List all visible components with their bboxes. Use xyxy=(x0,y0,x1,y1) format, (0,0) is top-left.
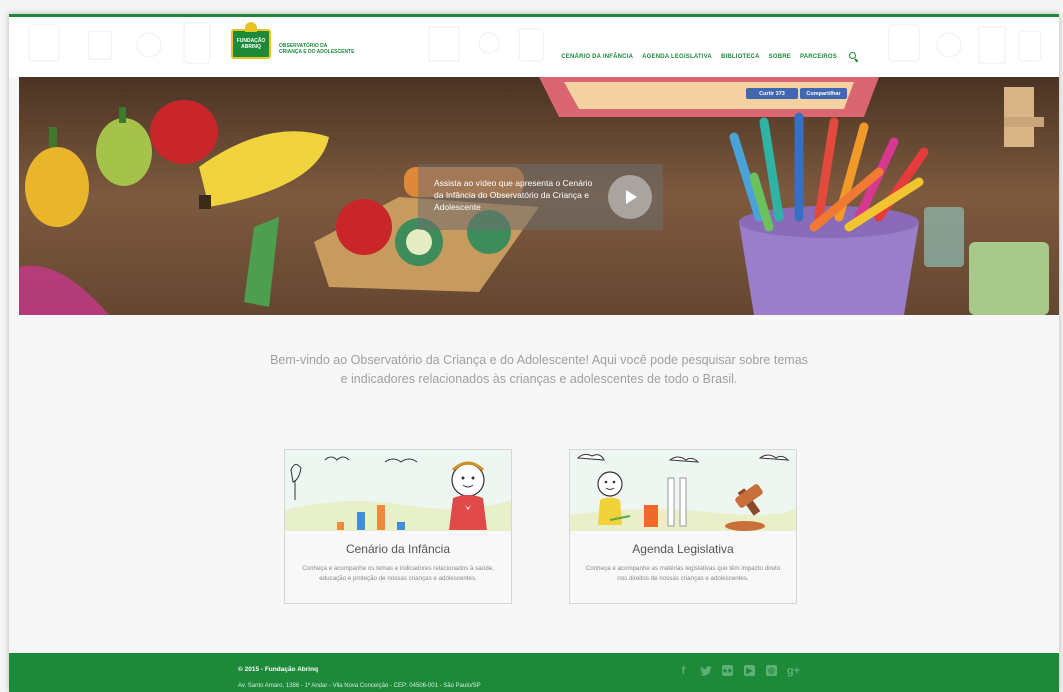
logo-seal-icon xyxy=(245,22,257,32)
brand-line-2: CRIANÇA E DO ADOLESCENTE xyxy=(279,49,355,55)
nav-agenda-legislativa[interactable]: AGENDA LEGISLATIVA xyxy=(642,54,712,60)
social-links: f ●● ▶ ◎ g+ xyxy=(677,664,800,677)
main-nav: CENÁRIO DA INFÂNCIA AGENDA LEGISLATIVA B… xyxy=(561,52,859,63)
play-button[interactable] xyxy=(608,175,652,219)
header-doodle-pattern xyxy=(28,22,1042,64)
card-description: Conheça e acompanhe os temas e indicador… xyxy=(302,565,494,582)
card-cenario-da-infancia[interactable]: Cenário da Infância Conheça e acompanhe … xyxy=(284,449,512,604)
nav-parceiros[interactable]: PARCEIROS xyxy=(800,54,837,60)
welcome-text: Bem-vindo ao Observatório da Criança e d… xyxy=(270,353,808,386)
card-agenda-illustration xyxy=(570,450,796,531)
card-agenda-legislativa[interactable]: Agenda Legislativa Conheça e acompanhe a… xyxy=(569,449,797,604)
site-header: FUNDAÇÃO ABRINQ OBSERVATÓRIO DA CRIANÇA … xyxy=(9,17,1059,77)
card-cenario-illustration xyxy=(285,450,511,531)
browser-frame: FUNDAÇÃO ABRINQ OBSERVATÓRIO DA CRIANÇA … xyxy=(0,0,1063,692)
youtube-icon[interactable]: ▶ xyxy=(743,664,756,677)
flickr-icon[interactable]: ●● xyxy=(721,664,734,677)
search-icon[interactable] xyxy=(849,52,859,63)
hero-banner: Curtir 373 Compartilhar Assista ao vídeo… xyxy=(19,77,1059,315)
facebook-icon[interactable]: f xyxy=(677,664,690,677)
facebook-like-button[interactable]: Curtir 373 xyxy=(746,88,798,99)
footer-address: Av. Santo Amaro, 1386 - 1º Andar - Vila … xyxy=(238,683,481,689)
nav-cenario-da-infancia[interactable]: CENÁRIO DA INFÂNCIA xyxy=(561,54,633,60)
card-description: Conheça e acompanhe as matérias legislat… xyxy=(585,565,781,582)
card-title: Cenário da Infância xyxy=(345,542,451,556)
google-plus-icon[interactable]: g+ xyxy=(787,664,800,677)
facebook-share-button[interactable]: Compartilhar xyxy=(800,88,847,99)
page: FUNDAÇÃO ABRINQ OBSERVATÓRIO DA CRIANÇA … xyxy=(9,14,1059,692)
play-icon xyxy=(626,190,637,204)
footer-copyright: © 2015 - Fundação Abrinq xyxy=(238,666,319,673)
nav-biblioteca[interactable]: BIBLIOTECA xyxy=(721,54,760,60)
card-title: Agenda Legislativa xyxy=(632,542,734,556)
video-callout[interactable]: Assista ao vídeo que apresenta o Cenário… xyxy=(418,164,663,230)
instagram-icon[interactable]: ◎ xyxy=(765,664,778,677)
twitter-icon[interactable] xyxy=(699,664,712,677)
site-brand[interactable]: OBSERVATÓRIO DA CRIANÇA E DO ADOLESCENTE xyxy=(279,43,369,55)
video-callout-text: Assista ao vídeo que apresenta o Cenário… xyxy=(434,178,593,212)
logo-text: FUNDAÇÃO ABRINQ xyxy=(236,38,266,50)
fundacao-abrinq-logo[interactable]: FUNDAÇÃO ABRINQ xyxy=(231,22,271,59)
nav-sobre[interactable]: SOBRE xyxy=(769,54,791,60)
site-footer: © 2015 - Fundação Abrinq Av. Santo Amaro… xyxy=(9,653,1059,692)
